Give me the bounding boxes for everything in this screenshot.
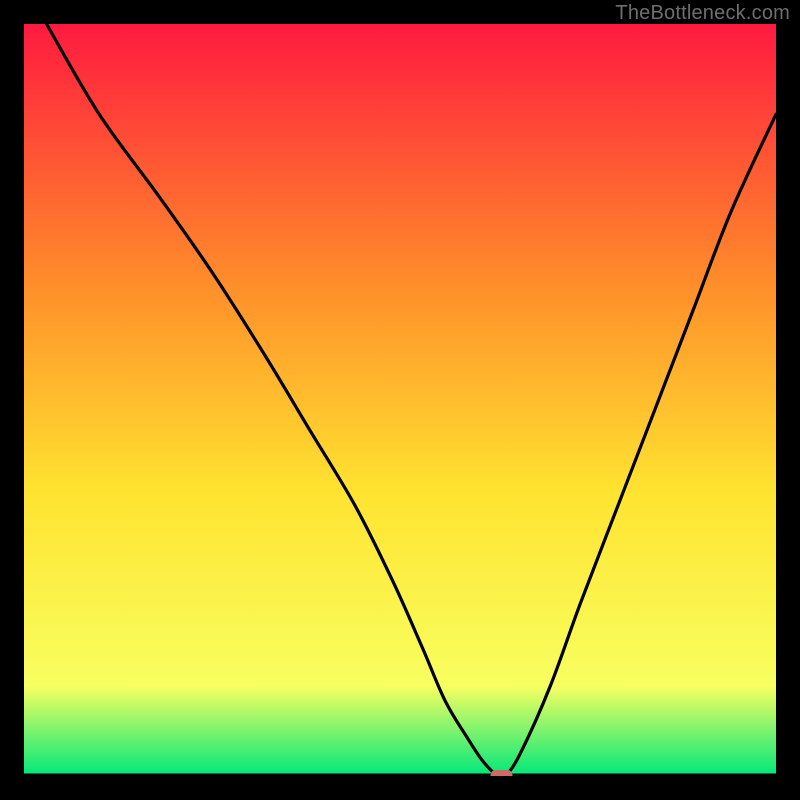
plot-area [24, 24, 776, 776]
optimum-marker [491, 770, 513, 776]
watermark-text: TheBottleneck.com [615, 2, 790, 25]
gradient-background [24, 24, 776, 776]
chart-frame: TheBottleneck.com [0, 0, 800, 800]
bottleneck-chart [24, 24, 776, 776]
